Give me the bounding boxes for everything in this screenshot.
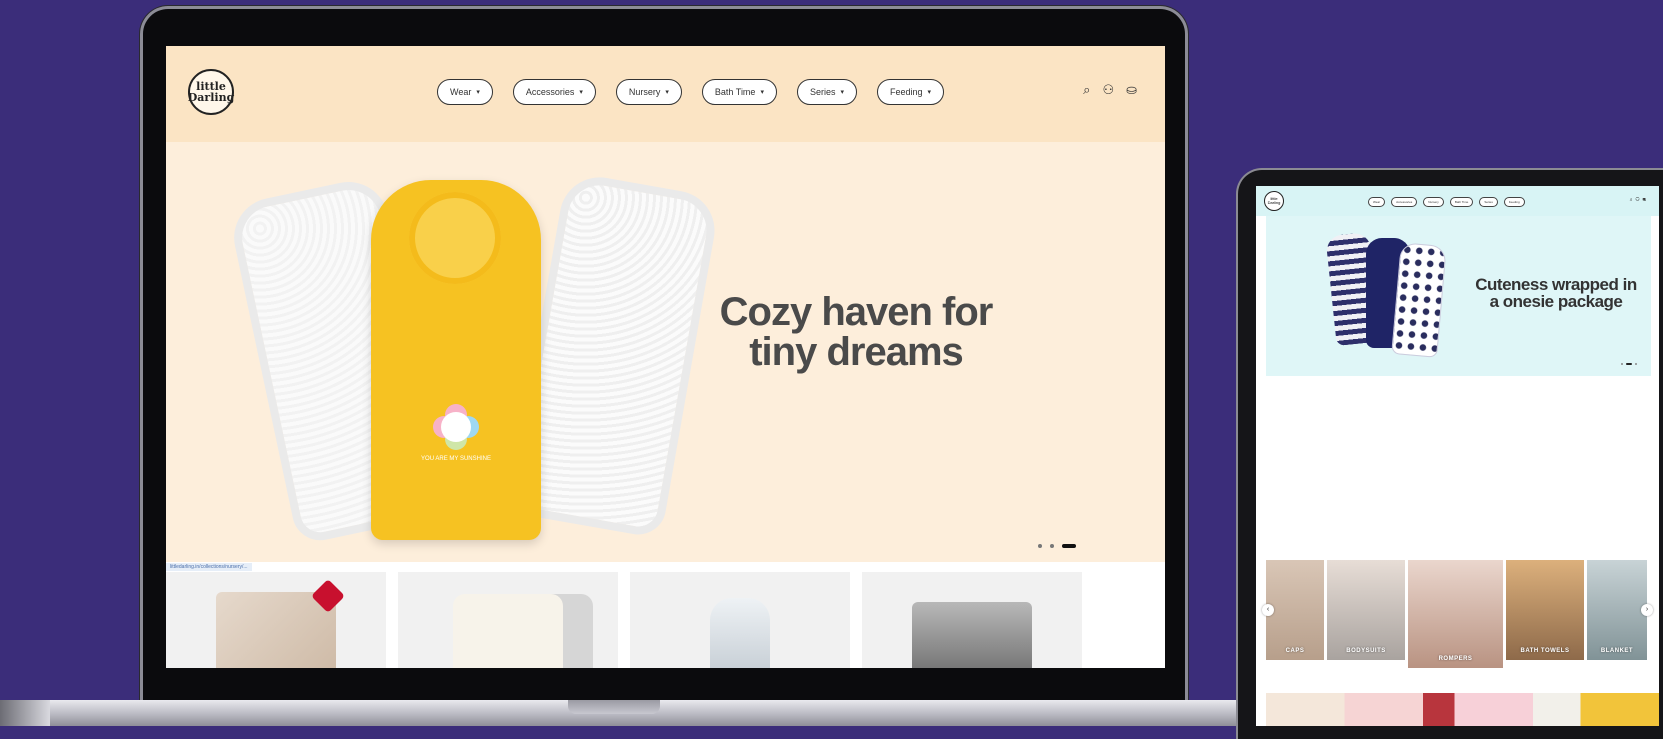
- nav-wear[interactable]: Wear ▾: [437, 79, 493, 105]
- site-logo[interactable]: little Darling: [188, 69, 234, 115]
- tablet-slider-dots: [1621, 363, 1637, 365]
- laptop-base-edge: [0, 700, 50, 726]
- tablet-nav-wear[interactable]: Wear: [1368, 197, 1386, 207]
- product-card[interactable]: [630, 572, 850, 668]
- tablet-site-header: little Darling Wear Accessories Nursery …: [1256, 186, 1659, 216]
- product-strip: [1266, 693, 1659, 726]
- category-label: BATH TOWELS: [1520, 648, 1570, 654]
- category-card-bath-towels[interactable]: BATH TOWELS: [1506, 560, 1584, 660]
- nav-accessories[interactable]: Accessories ▾: [512, 79, 596, 105]
- carousel-prev-icon[interactable]: ‹: [1262, 604, 1274, 616]
- cart-icon[interactable]: ⛀: [1126, 82, 1137, 98]
- category-card-rompers[interactable]: ROMPERS: [1408, 560, 1503, 668]
- chevron-down-icon: ▾: [476, 89, 480, 96]
- category-label: BLANKET: [1600, 648, 1634, 654]
- laptop-screen: little Darling Wear ▾ Accessories ▾ Nurser…: [166, 46, 1165, 668]
- category-card-blanket[interactable]: BLANKET: [1587, 560, 1647, 660]
- nav-feeding[interactable]: Feeding ▾: [877, 79, 945, 105]
- chevron-down-icon: ▾: [579, 89, 583, 96]
- product-cards: [166, 572, 1165, 668]
- nav-label: Feeding: [890, 87, 923, 97]
- category-label: ROMPERS: [1438, 656, 1473, 662]
- slider-dot[interactable]: [1635, 363, 1637, 365]
- nav-series[interactable]: Series ▾: [796, 79, 857, 105]
- onesie-image: [1391, 242, 1447, 358]
- nav-bath-time[interactable]: Bath Time ▾: [701, 79, 777, 105]
- tablet-screen: little Darling Wear Accessories Nursery …: [1256, 186, 1659, 726]
- nav-label: Nursery: [628, 87, 661, 97]
- laptop-notch: [568, 700, 660, 714]
- search-icon[interactable]: ⌕: [1083, 82, 1090, 98]
- product-card[interactable]: [398, 572, 618, 668]
- category-label: BODYSUITS: [1346, 648, 1386, 654]
- chevron-down-icon: ▾: [665, 89, 669, 96]
- tablet-hero-banner[interactable]: Cuteness wrapped in a onesie package: [1266, 216, 1651, 376]
- pillow-image: [409, 192, 501, 284]
- tablet-nav-series[interactable]: Series: [1479, 197, 1498, 207]
- main-nav: Wear ▾ Accessories ▾ Nursery ▾ Bath Time ▾ S…: [437, 79, 945, 105]
- category-label: CAPS: [1285, 648, 1305, 654]
- carousel-next-icon[interactable]: ›: [1641, 604, 1653, 616]
- status-url: littledarling.in/collections/nursery/...: [166, 563, 252, 571]
- chevron-down-icon: ▾: [760, 89, 764, 96]
- product-image: [453, 594, 563, 668]
- nav-label: Bath Time: [714, 87, 756, 97]
- tablet-site-logo[interactable]: little Darling: [1264, 191, 1284, 211]
- nav-label: Accessories: [525, 87, 575, 97]
- slider-dots: [1038, 544, 1076, 548]
- product-card[interactable]: [862, 572, 1082, 668]
- hero-product-mat-center: YOU ARE MY SUNSHINE: [371, 180, 541, 540]
- category-card-bodysuits[interactable]: BODYSUITS: [1327, 560, 1405, 660]
- slider-dot[interactable]: [1050, 544, 1054, 548]
- tablet-nav-accessories[interactable]: Accessories: [1391, 197, 1418, 207]
- nav-label: Series: [809, 87, 836, 97]
- tablet-hero-title: Cuteness wrapped in a onesie package: [1475, 275, 1637, 311]
- slider-dot-active[interactable]: [1062, 544, 1076, 548]
- category-carousel: CAPS BODYSUITS ROMPERS BATH TOWELS BLANK…: [1266, 560, 1659, 668]
- product-image: [710, 598, 770, 668]
- product-print-text: YOU ARE MY SUNSHINE: [421, 456, 491, 462]
- header-icons: ⌕ ⚇ ⛀: [1083, 82, 1137, 98]
- slider-dot[interactable]: [1038, 544, 1042, 548]
- chevron-down-icon: ▾: [840, 89, 844, 96]
- chevron-down-icon: ▾: [927, 89, 932, 96]
- nav-label: Wear: [450, 87, 472, 97]
- flower-icon: [441, 412, 471, 442]
- hero-title: Cozy haven for tiny dreams: [719, 290, 994, 374]
- tablet-header-icons[interactable]: ⌕⚇⛀: [1630, 197, 1649, 203]
- nav-nursery[interactable]: Nursery ▾: [615, 79, 682, 105]
- slider-dot-active[interactable]: [1626, 363, 1632, 365]
- slider-dot[interactable]: [1621, 363, 1623, 365]
- tablet-nav-bath-time[interactable]: Bath Time: [1449, 197, 1474, 207]
- account-icon[interactable]: ⚇: [1102, 82, 1114, 98]
- hero-banner[interactable]: YOU ARE MY SUNSHINE Cozy haven for tiny …: [166, 142, 1165, 562]
- category-card-caps[interactable]: CAPS: [1266, 560, 1324, 660]
- tablet-nav-feeding[interactable]: Feeding: [1503, 197, 1525, 207]
- site-header: little Darling Wear ▾ Accessories ▾ Nurser…: [166, 46, 1165, 142]
- product-card[interactable]: [166, 572, 386, 668]
- product-image: [912, 602, 1032, 668]
- tablet-main-nav: Wear Accessories Nursery Bath Time Serie…: [1368, 197, 1525, 207]
- tablet-nav-nursery[interactable]: Nursery: [1423, 197, 1444, 207]
